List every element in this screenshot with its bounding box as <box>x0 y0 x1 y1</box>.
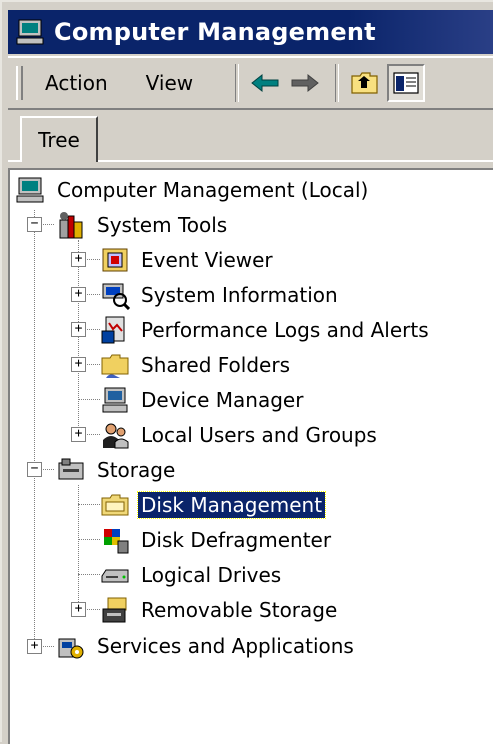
console-tree[interactable]: − + + + + + − + + Computer Management (L… <box>8 168 493 744</box>
tree-node-label: Disk Management <box>136 491 327 519</box>
back-arrow-icon <box>251 73 279 93</box>
computer-icon <box>16 177 44 203</box>
tree-connector <box>34 210 35 653</box>
tree-node-label: Computer Management (Local) <box>57 178 369 202</box>
tree-node-services-applications[interactable]: Services and Applications <box>56 630 357 662</box>
tree-node-disk-management[interactable]: Disk Management <box>100 489 327 521</box>
tree-connector <box>78 240 79 434</box>
tree-connector <box>78 539 100 540</box>
removable-storage-icon <box>102 597 127 623</box>
up-folder-icon <box>351 72 378 94</box>
services-applications-icon <box>58 638 84 659</box>
back-button[interactable] <box>247 65 283 101</box>
menu-toolbar: Action View <box>8 56 493 110</box>
tree-node-system-tools[interactable]: System Tools <box>56 209 230 241</box>
tree-node-label: Disk Defragmenter <box>141 528 332 552</box>
expand-toggle-services[interactable]: + <box>27 639 42 654</box>
tab-tree[interactable]: Tree <box>20 116 98 162</box>
tree-node-label: Storage <box>97 458 176 482</box>
tree-node-root[interactable]: Computer Management (Local) <box>16 174 371 206</box>
tree-node-label: System Tools <box>97 213 228 237</box>
show-hide-tree-icon <box>393 72 419 94</box>
tree-node-disk-defragmenter[interactable]: Disk Defragmenter <box>100 524 334 556</box>
tree-node-removable-storage[interactable]: Removable Storage <box>100 594 340 626</box>
tree-connector <box>78 504 100 505</box>
tree-node-system-information[interactable]: System Information <box>100 279 341 311</box>
forward-arrow-icon <box>291 73 319 93</box>
tab-strip: Tree <box>8 110 493 162</box>
tree-connector <box>78 399 100 400</box>
window-title: Computer Management <box>54 18 376 46</box>
tree-node-local-users[interactable]: Local Users and Groups <box>100 419 380 451</box>
expand-toggle-shared-folders[interactable]: + <box>71 357 86 372</box>
expand-toggle-system-information[interactable]: + <box>71 287 86 302</box>
toolbar-separator <box>235 64 240 102</box>
computer-management-icon <box>16 19 44 45</box>
shared-folders-icon <box>101 354 129 378</box>
expand-toggle-performance-logs[interactable]: + <box>71 322 86 337</box>
tree-node-label: System Information <box>141 283 338 307</box>
system-tools-icon <box>59 212 83 239</box>
forward-button[interactable] <box>287 65 323 101</box>
title-bar[interactable]: Computer Management <box>8 10 493 54</box>
performance-logs-icon <box>101 316 125 344</box>
expand-toggle-event-viewer[interactable]: + <box>71 252 86 267</box>
tree-node-performance-logs[interactable]: Performance Logs and Alerts <box>100 314 432 346</box>
collapse-toggle-system-tools[interactable]: − <box>27 217 42 232</box>
tree-node-device-manager[interactable]: Device Manager <box>100 384 306 416</box>
tree-connector <box>78 574 100 575</box>
up-one-level-button[interactable] <box>347 65 383 101</box>
tree-node-label: Performance Logs and Alerts <box>141 318 429 342</box>
logical-drives-icon <box>101 569 129 583</box>
tree-node-label: Services and Applications <box>97 634 354 658</box>
storage-icon <box>58 458 84 480</box>
menu-action[interactable]: Action <box>41 69 112 97</box>
expand-toggle-local-users[interactable]: + <box>71 427 86 442</box>
menu-view[interactable]: View <box>142 69 197 97</box>
event-viewer-icon <box>102 248 128 272</box>
device-manager-icon <box>102 387 128 413</box>
tree-node-label: Device Manager <box>141 388 304 412</box>
show-hide-tree-button[interactable] <box>387 64 426 102</box>
collapse-toggle-storage[interactable]: − <box>27 462 42 477</box>
toolbar-separator-2 <box>335 64 340 102</box>
tree-node-label: Shared Folders <box>141 353 290 377</box>
tree-node-label: Logical Drives <box>141 563 282 587</box>
disk-defragmenter-icon <box>104 529 129 554</box>
tree-node-label: Event Viewer <box>141 248 273 272</box>
tree-node-label: Removable Storage <box>141 598 338 622</box>
expand-toggle-removable-storage[interactable]: + <box>71 602 86 617</box>
toolbar-grip[interactable] <box>16 66 23 100</box>
tree-node-storage[interactable]: Storage <box>56 454 178 486</box>
tree-node-logical-drives[interactable]: Logical Drives <box>100 559 284 591</box>
disk-management-icon <box>101 494 129 516</box>
tree-node-event-viewer[interactable]: Event Viewer <box>100 244 276 276</box>
system-information-icon <box>102 283 130 310</box>
local-users-icon <box>103 423 129 449</box>
tree-node-shared-folders[interactable]: Shared Folders <box>100 349 293 381</box>
tree-node-label: Local Users and Groups <box>141 423 377 447</box>
